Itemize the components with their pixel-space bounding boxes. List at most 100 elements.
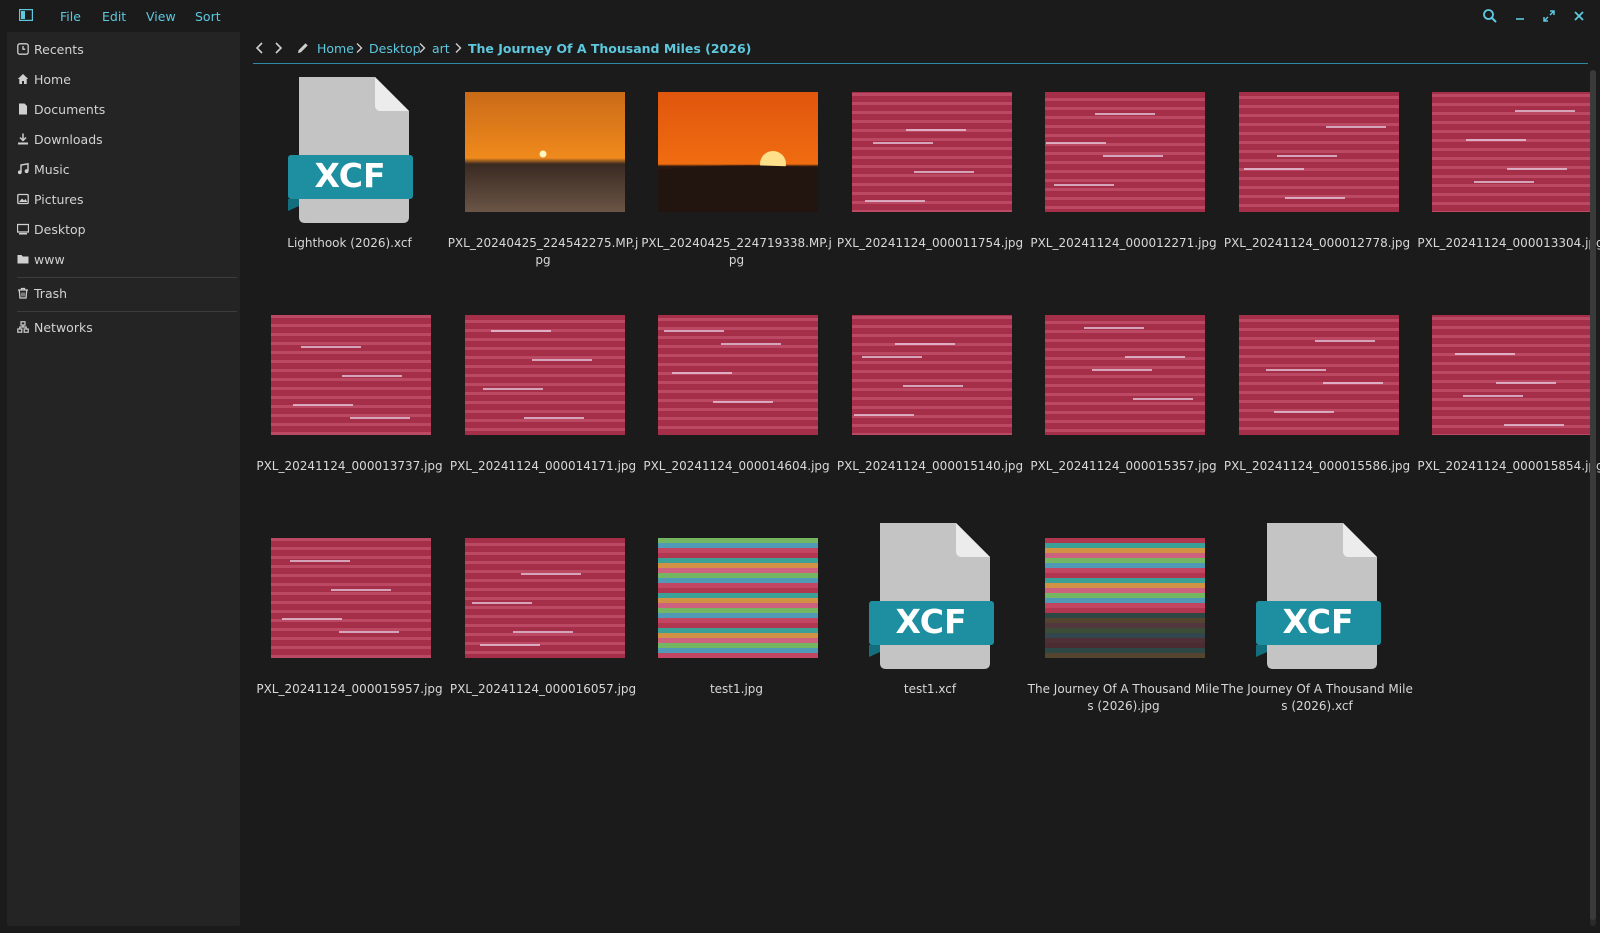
- file-item[interactable]: PXL_20240425_224719338.MP.jpg: [640, 70, 833, 280]
- file-item[interactable]: PXL_20241124_000015586.jpg: [1221, 293, 1414, 503]
- maximize-icon[interactable]: [1541, 8, 1557, 24]
- image-thumbnail: [1432, 315, 1592, 437]
- menu-file[interactable]: File: [60, 9, 81, 24]
- trash-icon: [18, 287, 28, 299]
- file-item[interactable]: XCF The Journey Of A Thousand Miles (2026…: [1221, 516, 1414, 726]
- file-name: The Journey Of A Thousand Miles (2026).x…: [1221, 682, 1413, 713]
- file-item[interactable]: PXL_20241124_000013304.jpg: [1414, 70, 1600, 280]
- sidebar-divider: [17, 277, 237, 278]
- file-item[interactable]: PXL_20241124_000015357.jpg: [1027, 293, 1220, 503]
- image-thumbnail: [658, 538, 818, 658]
- file-item[interactable]: PXL_20241124_000012271.jpg: [1027, 70, 1220, 280]
- image-thumbnail: [271, 538, 431, 658]
- sidebar-item-networks[interactable]: Networks: [17, 316, 227, 338]
- file-item[interactable]: XCF test1.xcf: [834, 516, 1027, 726]
- xcf-badge-text: XCF: [1282, 602, 1353, 641]
- home-icon: [17, 74, 29, 84]
- menu-sort[interactable]: Sort: [195, 9, 221, 24]
- file-item[interactable]: PXL_20241124_000014604.jpg: [640, 293, 833, 503]
- file-name: The Journey Of A Thousand Miles (2026).j…: [1027, 682, 1220, 713]
- file-item[interactable]: PXL_20241124_000012778.jpg: [1221, 70, 1414, 280]
- file-name: PXL_20241124_000016057.jpg: [449, 682, 637, 696]
- sidebar-item-pictures[interactable]: Pictures: [17, 188, 227, 210]
- file-item[interactable]: PXL_20241124_000013737.jpg: [253, 293, 446, 503]
- image-thumbnail: [1045, 538, 1205, 658]
- picture-icon: [17, 193, 29, 205]
- sidebar-toggle-icon[interactable]: [19, 9, 33, 21]
- image-thumbnail: [1045, 315, 1205, 441]
- sidebar-item-music[interactable]: Music: [17, 158, 227, 180]
- sidebar-item-label: Home: [34, 71, 71, 87]
- sidebar-item-trash[interactable]: Trash: [17, 282, 227, 304]
- sidebar-item-www[interactable]: www: [17, 248, 227, 270]
- document-icon: [19, 103, 27, 115]
- file-item[interactable]: PXL_20241124_000011754.jpg: [834, 70, 1027, 280]
- menubar: File Edit View Sort: [0, 0, 1600, 32]
- chevron-right-icon: [455, 43, 462, 53]
- file-name: test1.jpg: [709, 682, 764, 696]
- sidebar-item-label: Recents: [34, 41, 84, 57]
- sidebar: Recents Home Documents Downloads Music P…: [7, 32, 240, 926]
- file-item[interactable]: XCF Lighthook (2026).xcf: [253, 70, 446, 280]
- image-thumbnail: [851, 92, 1012, 213]
- image-thumbnail: [658, 315, 818, 438]
- file-item[interactable]: PXL_20241124_000014171.jpg: [447, 293, 640, 503]
- network-icon: [17, 321, 29, 333]
- image-thumbnail: [1432, 92, 1592, 214]
- file-name: PXL_20241124_000015140.jpg: [836, 459, 1024, 473]
- sidebar-item-recents[interactable]: Recents: [17, 38, 227, 60]
- file-item[interactable]: test1.jpg: [640, 516, 833, 726]
- sidebar-item-label: Pictures: [34, 191, 84, 207]
- scrollbar[interactable]: [1590, 70, 1596, 926]
- edit-path-icon[interactable]: [296, 41, 310, 55]
- file-item[interactable]: PXL_20241124_000015140.jpg: [834, 293, 1027, 503]
- file-name: PXL_20241124_000015957.jpg: [256, 682, 443, 696]
- scrollbar-thumb[interactable]: [1590, 70, 1596, 920]
- file-grid: XCF Lighthook (2026).xcf PXL_20240425_2245…: [253, 70, 1600, 926]
- location-bar: Home Desktop art The Journey Of A Thousa…: [253, 36, 1588, 62]
- image-thumbnail: [464, 315, 625, 440]
- sidebar-item-desktop[interactable]: Desktop: [17, 218, 227, 240]
- file-item[interactable]: PXL_20241124_000015854.jpg: [1414, 293, 1600, 503]
- forward-icon[interactable]: [271, 41, 285, 55]
- menu-view[interactable]: View: [146, 9, 176, 24]
- file-name: PXL_20241124_000014171.jpg: [449, 459, 637, 473]
- image-thumbnail: [271, 315, 431, 435]
- search-icon[interactable]: [1482, 8, 1498, 24]
- image-thumbnail: [1045, 92, 1205, 218]
- sidebar-item-home[interactable]: Home: [17, 68, 227, 90]
- file-name: PXL_20241124_000013304.jpg: [1417, 236, 1600, 250]
- xcf-file-icon: XCF: [1249, 521, 1389, 673]
- file-item[interactable]: The Journey Of A Thousand Miles (2026).j…: [1027, 516, 1220, 726]
- location-bar-underline: [253, 63, 1588, 64]
- file-item[interactable]: PXL_20241124_000015957.jpg: [253, 516, 446, 726]
- xcf-badge-text: XCF: [314, 156, 385, 195]
- sidebar-item-downloads[interactable]: Downloads: [17, 128, 227, 150]
- sidebar-divider: [17, 311, 237, 312]
- file-name: PXL_20241124_000014604.jpg: [643, 459, 830, 473]
- file-item[interactable]: PXL_20241124_000016057.jpg: [447, 516, 640, 726]
- chevron-right-icon: [419, 43, 426, 53]
- image-thumbnail: [464, 92, 625, 212]
- minimize-icon[interactable]: [1512, 8, 1528, 24]
- breadcrumb-art[interactable]: art: [432, 41, 450, 56]
- folder-icon: [17, 255, 29, 264]
- menu-edit[interactable]: Edit: [102, 9, 126, 24]
- download-icon: [18, 133, 28, 145]
- sidebar-item-label: Networks: [34, 319, 93, 335]
- sidebar-item-label: Music: [34, 161, 70, 177]
- image-thumbnail: [1238, 92, 1399, 216]
- back-icon[interactable]: [253, 41, 267, 55]
- file-item[interactable]: PXL_20240425_224542275.MP.jpg: [447, 70, 640, 280]
- sidebar-item-label: www: [34, 251, 65, 267]
- file-name: PXL_20241124_000015854.jpg: [1417, 459, 1600, 473]
- breadcrumb-current[interactable]: The Journey Of A Thousand Miles (2026): [468, 41, 751, 56]
- breadcrumb-desktop[interactable]: Desktop: [369, 41, 421, 56]
- breadcrumb-home[interactable]: Home: [317, 41, 354, 56]
- file-name: PXL_20241124_000012271.jpg: [1030, 236, 1217, 250]
- sidebar-item-label: Downloads: [34, 131, 103, 147]
- image-thumbnail: [1238, 315, 1399, 439]
- sidebar-item-documents[interactable]: Documents: [17, 98, 227, 120]
- file-name: Lighthook (2026).xcf: [287, 236, 412, 250]
- close-icon[interactable]: [1571, 8, 1587, 24]
